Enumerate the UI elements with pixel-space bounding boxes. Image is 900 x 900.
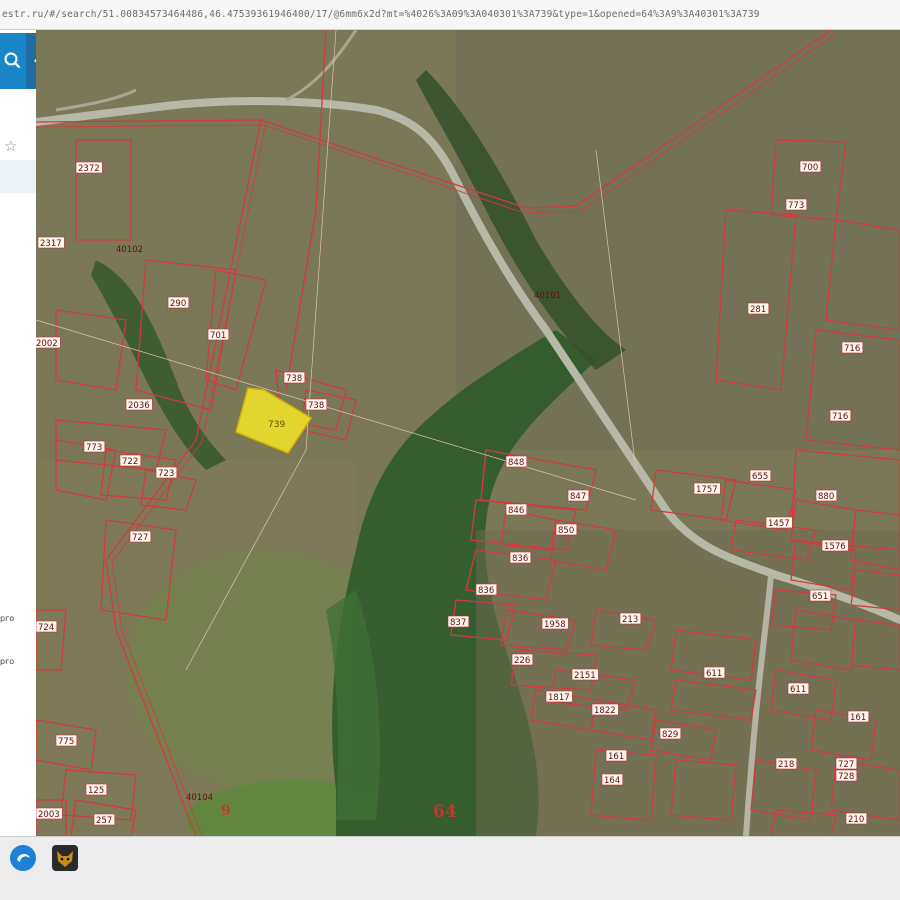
taskbar [0,836,900,900]
plot-number-label[interactable]: 773 [86,443,102,453]
search-button[interactable] [0,33,26,89]
village-area [476,530,900,836]
plot-number-label[interactable]: 164 [604,776,620,786]
screenshot-frame: estr.ru/#/search/51.00834573464486,46.47… [0,0,900,900]
plot-number-label[interactable]: 1576 [824,542,846,552]
browser-app-icon[interactable] [10,845,36,871]
plot-number-label[interactable]: 226 [514,656,530,666]
plot-number-label[interactable]: 1757 [696,485,718,495]
plot-number-label[interactable]: 1822 [594,706,616,716]
plot-number-label[interactable]: 775 [58,737,74,747]
plot-number-label[interactable]: 836 [512,554,528,564]
plot-number-label[interactable]: 829 [662,730,678,740]
plot-number-label[interactable]: 716 [844,344,860,354]
plot-number-label[interactable]: 2317 [40,239,62,249]
zone-label: 64 [433,802,457,822]
plot-number-label[interactable]: 2036 [128,401,150,411]
plot-number-label[interactable]: 724 [38,623,54,633]
plot-number-label[interactable]: 727 [132,533,148,543]
plot-number-label[interactable]: 716 [832,412,848,422]
plot-number-label[interactable]: 611 [790,685,806,695]
plot-number-label[interactable]: 210 [848,815,864,825]
plot-number-label[interactable]: 161 [608,752,624,762]
magnifier-icon [4,52,21,69]
zone-label: 9 [221,803,231,819]
plot-number-label[interactable]: 848 [508,458,524,468]
plot-number-label[interactable]: 847 [570,492,586,502]
plot-number-label[interactable]: 701 [210,331,226,341]
plot-number-label[interactable]: 651 [812,592,828,602]
map-canvas[interactable]: 739 40102 40104 40101 2372 2317 2002 290 701… [36,30,900,836]
plot-number-label[interactable]: 2003 [38,810,60,820]
plot-number-label[interactable]: 2151 [574,671,596,681]
plot-number-label[interactable]: 655 [752,472,768,482]
plot-number-label[interactable]: 1457 [768,519,790,529]
plot-number-label[interactable]: 727 [838,760,854,770]
plot-number-label[interactable]: 2002 [36,339,58,349]
selected-plot-label: 739 [268,420,285,430]
plot-number-label[interactable]: 290 [170,299,186,309]
plot-number-label[interactable]: 738 [286,374,302,384]
plot-number-label[interactable]: 611 [706,669,722,679]
plot-number-label[interactable]: 850 [558,526,574,536]
quarter-label: 40102 [116,245,143,255]
url-text[interactable]: estr.ru/#/search/51.00834573464486,46.47… [2,9,760,20]
quarter-label: 40101 [534,291,561,301]
fox-app-icon[interactable] [52,845,78,871]
plot-number-label[interactable]: 722 [122,457,138,467]
plot-number-label[interactable]: 218 [778,760,794,770]
plot-number-label[interactable]: 773 [788,201,804,211]
cadastral-map[interactable]: 739 40102 40104 40101 2372 2317 2002 290 701… [36,30,900,836]
plot-number-label[interactable]: 837 [450,618,466,628]
plot-number-label[interactable]: 836 [478,586,494,596]
browser-address-bar[interactable]: estr.ru/#/search/51.00834573464486,46.47… [0,0,900,30]
plot-number-label[interactable]: 213 [622,615,638,625]
plot-number-label[interactable]: 846 [508,506,524,516]
plot-number-label[interactable]: 257 [96,816,112,826]
plot-number-label[interactable]: 281 [750,305,766,315]
plot-number-label[interactable]: 125 [88,786,104,796]
sidebar-highlight-row[interactable] [0,160,36,193]
favorite-star-icon[interactable]: ☆ [4,137,17,155]
plot-number-label[interactable]: 723 [158,469,174,479]
plot-number-label[interactable]: 1817 [548,693,570,703]
plot-number-label[interactable]: 161 [850,713,866,723]
plot-number-label[interactable]: 1958 [544,620,566,630]
plot-number-label[interactable]: 2372 [78,164,100,174]
plot-number-label[interactable]: 700 [802,163,818,173]
sidebar-item-text[interactable]: рго [0,614,14,623]
plot-number-label[interactable]: 728 [838,772,854,782]
quarter-label: 40104 [186,793,213,803]
plot-number-label[interactable]: 880 [818,492,834,502]
plot-number-label[interactable]: 738 [308,401,324,411]
sidebar-item-text[interactable]: рго [0,657,14,666]
